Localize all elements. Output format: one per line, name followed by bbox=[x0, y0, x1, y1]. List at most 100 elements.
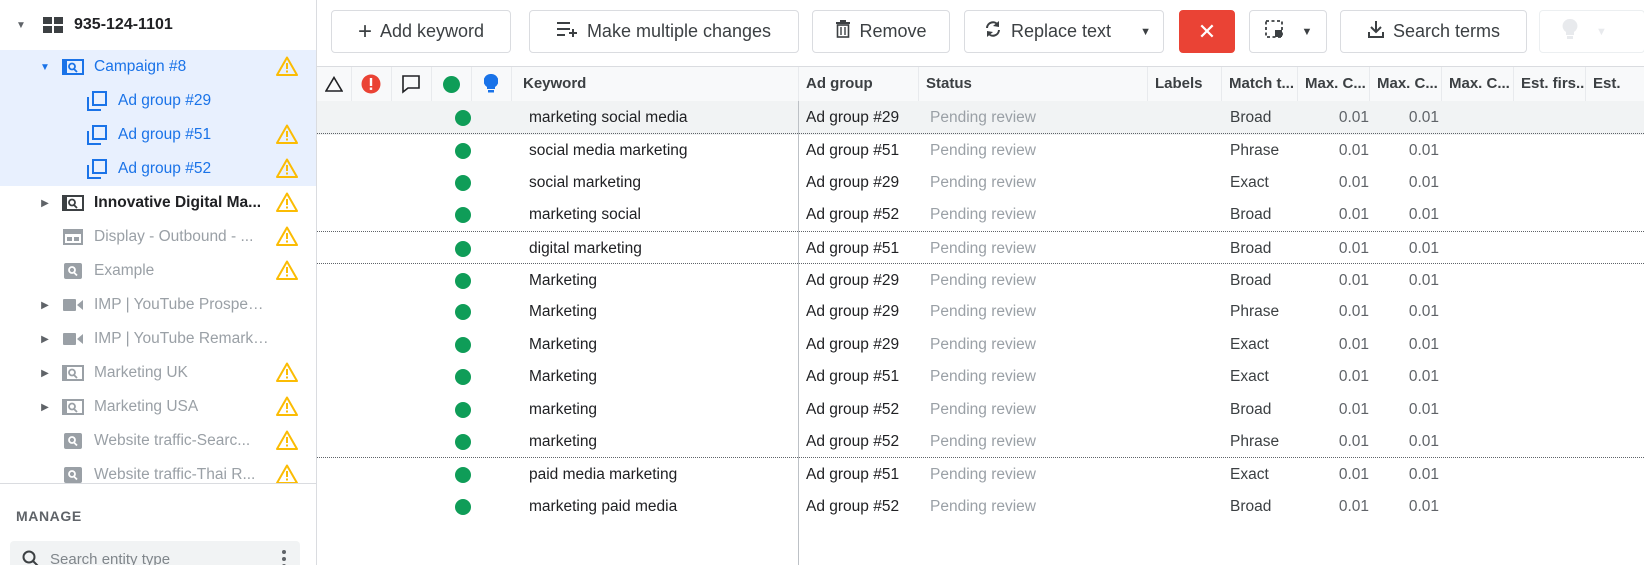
table-row[interactable]: Marketing Ad group #29 Pending review Broad… bbox=[317, 263, 1644, 298]
table-row[interactable]: Marketing Ad group #29 Pending review Phras… bbox=[317, 295, 1644, 329]
collapse-caret-icon[interactable]: ▼ bbox=[40, 62, 50, 73]
keyword-cell[interactable]: Marketing bbox=[529, 264, 794, 298]
keyword-cell[interactable]: Marketing bbox=[529, 360, 794, 394]
header-max-cpc-2[interactable]: Max. C... bbox=[1370, 67, 1442, 101]
keyword-cell[interactable]: paid media marketing bbox=[529, 458, 794, 492]
max-cpc-2-cell[interactable]: 0.01 bbox=[1375, 393, 1439, 427]
max-cpc-2-cell[interactable]: 0.01 bbox=[1375, 458, 1439, 492]
add-keyword-button[interactable]: + Add keyword bbox=[331, 10, 511, 53]
table-row[interactable]: marketing Ad group #52 Pending review Broad… bbox=[317, 393, 1644, 427]
keyword-cell[interactable]: marketing social media bbox=[529, 101, 794, 135]
max-cpc-cell[interactable]: 0.01 bbox=[1303, 232, 1369, 266]
max-cpc-2-cell[interactable]: 0.01 bbox=[1375, 360, 1439, 394]
table-row[interactable]: social media marketing Ad group #51 Pendin… bbox=[317, 133, 1644, 168]
comment-column-header-icon[interactable] bbox=[391, 67, 432, 101]
ad-group-cell[interactable]: Ad group #52 bbox=[806, 425, 926, 459]
max-cpc-2-cell[interactable]: 0.01 bbox=[1375, 425, 1439, 459]
error-column-header-icon[interactable] bbox=[351, 67, 392, 101]
expand-caret-icon[interactable]: ▶ bbox=[40, 198, 50, 209]
max-cpc-cell[interactable]: 0.01 bbox=[1303, 490, 1369, 524]
table-row[interactable]: social marketing Ad group #29 Pending revi… bbox=[317, 166, 1644, 200]
max-cpc-cell[interactable]: 0.01 bbox=[1303, 134, 1369, 168]
table-row[interactable]: Marketing Ad group #29 Pending review Exact… bbox=[317, 328, 1644, 362]
keyword-cell[interactable]: marketing bbox=[529, 425, 794, 459]
selection-menu-button[interactable]: ▼ bbox=[1249, 10, 1327, 53]
campaign-item[interactable]: ▶ Marketing UK bbox=[0, 356, 316, 390]
recommendations-button[interactable]: ▼ bbox=[1539, 10, 1644, 53]
dropdown-arrow-icon[interactable]: ▼ bbox=[1140, 26, 1151, 38]
match-type-cell[interactable]: Broad bbox=[1230, 490, 1300, 524]
header-max-cpc-3[interactable]: Max. C... bbox=[1442, 67, 1514, 101]
campaign-item[interactable]: Display - Outbound - ... bbox=[0, 220, 316, 254]
status-cell[interactable]: Pending review bbox=[930, 198, 1150, 232]
ad-group-cell[interactable]: Ad group #29 bbox=[806, 295, 926, 329]
ad-group-item[interactable]: Ad group #51 bbox=[0, 118, 316, 152]
header-status[interactable]: Status bbox=[919, 67, 1148, 101]
account-row[interactable]: ▼ 935-124-1101 bbox=[0, 0, 316, 50]
match-type-cell[interactable]: Broad bbox=[1230, 264, 1300, 298]
header-match-type[interactable]: Match t... bbox=[1222, 67, 1298, 101]
keyword-cell[interactable]: social media marketing bbox=[529, 134, 794, 168]
ad-group-cell[interactable]: Ad group #29 bbox=[806, 101, 926, 135]
match-type-cell[interactable]: Broad bbox=[1230, 393, 1300, 427]
campaign-item[interactable]: ▶ IMP | YouTube Remarketi... bbox=[0, 322, 316, 356]
keyword-cell[interactable]: marketing social bbox=[529, 198, 794, 232]
ad-group-cell[interactable]: Ad group #52 bbox=[806, 490, 926, 524]
table-row[interactable]: digital marketing Ad group #51 Pending rev… bbox=[317, 230, 1644, 266]
max-cpc-2-cell[interactable]: 0.01 bbox=[1375, 328, 1439, 362]
match-type-cell[interactable]: Phrase bbox=[1230, 425, 1300, 459]
max-cpc-cell[interactable]: 0.01 bbox=[1303, 360, 1369, 394]
max-cpc-2-cell[interactable]: 0.01 bbox=[1375, 134, 1439, 168]
match-type-cell[interactable]: Broad bbox=[1230, 232, 1300, 266]
header-est[interactable]: Est. bbox=[1586, 67, 1644, 101]
match-type-cell[interactable]: Broad bbox=[1230, 101, 1300, 135]
expand-caret-icon[interactable]: ▶ bbox=[40, 368, 50, 379]
expand-caret-icon[interactable]: ▶ bbox=[40, 402, 50, 413]
match-type-cell[interactable]: Exact bbox=[1230, 166, 1300, 200]
expand-caret-icon[interactable]: ▶ bbox=[40, 300, 50, 311]
max-cpc-2-cell[interactable]: 0.01 bbox=[1375, 198, 1439, 232]
more-vert-icon[interactable] bbox=[282, 550, 286, 565]
campaign-item[interactable]: ▶ IMP | YouTube Prospecting bbox=[0, 288, 316, 322]
max-cpc-2-cell[interactable]: 0.01 bbox=[1375, 295, 1439, 329]
table-row[interactable]: marketing social Ad group #52 Pending revi… bbox=[317, 198, 1644, 232]
status-cell[interactable]: Pending review bbox=[930, 360, 1150, 394]
max-cpc-cell[interactable]: 0.01 bbox=[1303, 295, 1369, 329]
campaign-item[interactable]: Website traffic-Searc... bbox=[0, 424, 316, 458]
ad-group-cell[interactable]: Ad group #29 bbox=[806, 264, 926, 298]
campaign-item[interactable]: ▶ Marketing USA bbox=[0, 390, 316, 424]
status-cell[interactable]: Pending review bbox=[930, 490, 1150, 524]
ad-group-item[interactable]: Ad group #52 bbox=[0, 152, 316, 186]
table-row[interactable]: Marketing Ad group #51 Pending review Exact… bbox=[317, 360, 1644, 394]
ad-group-cell[interactable]: Ad group #29 bbox=[806, 328, 926, 362]
keyword-cell[interactable]: Marketing bbox=[529, 328, 794, 362]
make-multiple-changes-button[interactable]: Make multiple changes bbox=[529, 10, 799, 53]
keyword-cell[interactable]: social marketing bbox=[529, 166, 794, 200]
match-type-cell[interactable]: Exact bbox=[1230, 328, 1300, 362]
max-cpc-cell[interactable]: 0.01 bbox=[1303, 425, 1369, 459]
match-type-cell[interactable]: Phrase bbox=[1230, 295, 1300, 329]
status-cell[interactable]: Pending review bbox=[930, 166, 1150, 200]
header-est-first-page[interactable]: Est. firs... bbox=[1514, 67, 1586, 101]
header-keyword[interactable]: Keyword bbox=[511, 67, 799, 101]
ad-group-cell[interactable]: Ad group #52 bbox=[806, 393, 926, 427]
collapse-caret-icon[interactable]: ▼ bbox=[16, 20, 26, 31]
max-cpc-cell[interactable]: 0.01 bbox=[1303, 264, 1369, 298]
keyword-cell[interactable]: marketing paid media bbox=[529, 490, 794, 524]
max-cpc-2-cell[interactable]: 0.01 bbox=[1375, 490, 1439, 524]
ad-group-item[interactable]: Ad group #29 bbox=[0, 84, 316, 118]
keyword-cell[interactable]: digital marketing bbox=[529, 232, 794, 266]
keyword-cell[interactable]: marketing bbox=[529, 393, 794, 427]
max-cpc-2-cell[interactable]: 0.01 bbox=[1375, 232, 1439, 266]
ad-group-cell[interactable]: Ad group #52 bbox=[806, 198, 926, 232]
campaign-item[interactable]: ▼ Campaign #8 bbox=[0, 50, 316, 84]
entity-search-box[interactable] bbox=[10, 541, 300, 565]
campaign-item[interactable]: Website traffic-Thai R... bbox=[0, 458, 316, 492]
status-cell[interactable]: Pending review bbox=[930, 264, 1150, 298]
max-cpc-cell[interactable]: 0.01 bbox=[1303, 328, 1369, 362]
match-type-cell[interactable]: Phrase bbox=[1230, 134, 1300, 168]
status-cell[interactable]: Pending review bbox=[930, 134, 1150, 168]
header-max-cpc-1[interactable]: Max. C... bbox=[1298, 67, 1370, 101]
replace-text-button[interactable]: Replace text ▼ bbox=[964, 10, 1164, 53]
status-cell[interactable]: Pending review bbox=[930, 393, 1150, 427]
